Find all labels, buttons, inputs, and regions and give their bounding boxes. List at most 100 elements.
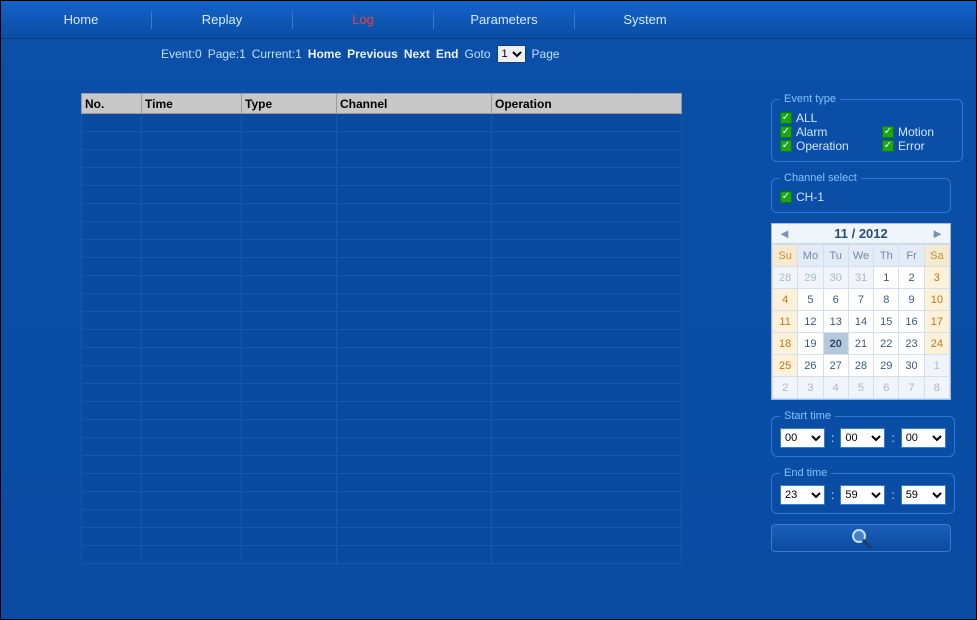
nav-item-parameters[interactable]: Parameters <box>444 12 564 27</box>
calendar-day[interactable]: 27 <box>823 355 848 377</box>
calendar-next-icon[interactable]: ► <box>931 226 944 241</box>
calendar-day[interactable]: 24 <box>924 333 949 355</box>
nav-item-system[interactable]: System <box>585 12 705 27</box>
pager-goto-label: Goto <box>465 47 491 61</box>
pager-home-link[interactable]: Home <box>308 47 341 61</box>
calendar-day[interactable]: 2 <box>899 267 924 289</box>
end-min-select[interactable]: 59 <box>840 485 885 505</box>
calendar-day[interactable]: 6 <box>874 377 899 399</box>
calendar-day[interactable]: 19 <box>798 333 823 355</box>
calendar-day[interactable]: 1 <box>924 355 949 377</box>
calendar-day[interactable]: 28 <box>848 355 873 377</box>
calendar-header: ◄ 11 / 2012 ► <box>772 224 950 244</box>
calendar-day[interactable]: 5 <box>798 289 823 311</box>
calendar-day[interactable]: 23 <box>899 333 924 355</box>
checkbox-icon: ✓ <box>780 140 792 152</box>
table-cell <box>142 150 242 168</box>
calendar-day[interactable]: 5 <box>848 377 873 399</box>
checkbox-label: Error <box>898 139 925 153</box>
calendar-day[interactable]: 12 <box>798 311 823 333</box>
end-sec-select[interactable]: 59 <box>901 485 946 505</box>
nav-item-home[interactable]: Home <box>21 12 141 27</box>
end-hour-select[interactable]: 23 <box>780 485 825 505</box>
calendar-day[interactable]: 2 <box>773 377 798 399</box>
eventtype-alarm-checkbox[interactable]: ✓Alarm <box>780 125 852 139</box>
start-sec-select[interactable]: 00 <box>901 428 946 448</box>
table-cell <box>142 204 242 222</box>
nav-separator <box>151 11 152 29</box>
pager-end-link[interactable]: End <box>436 47 459 61</box>
start-min-select[interactable]: 00 <box>840 428 885 448</box>
calendar-day[interactable]: 26 <box>798 355 823 377</box>
calendar-prev-icon[interactable]: ◄ <box>778 226 791 241</box>
table-cell <box>337 456 492 474</box>
table-row <box>82 276 682 294</box>
nav-separator <box>433 11 434 29</box>
calendar-day[interactable]: 13 <box>823 311 848 333</box>
calendar-day[interactable]: 6 <box>823 289 848 311</box>
calendar-day[interactable]: 20 <box>823 333 848 355</box>
table-row <box>82 258 682 276</box>
table-cell <box>82 186 142 204</box>
eventtype-operation-checkbox[interactable]: ✓Operation <box>780 139 852 153</box>
calendar: ◄ 11 / 2012 ► SuMoTuWeThFrSa 28293031123… <box>771 223 951 400</box>
calendar-day[interactable]: 30 <box>823 267 848 289</box>
pager-event: Event:0 <box>161 47 202 61</box>
table-row <box>82 294 682 312</box>
calendar-day[interactable]: 9 <box>899 289 924 311</box>
channel-select-panel: Channel select ✓CH-1 <box>771 172 951 213</box>
calendar-day[interactable]: 29 <box>874 355 899 377</box>
table-cell <box>142 438 242 456</box>
pager-next-link[interactable]: Next <box>404 47 430 61</box>
calendar-day[interactable]: 28 <box>773 267 798 289</box>
table-cell <box>492 420 682 438</box>
calendar-day[interactable]: 8 <box>874 289 899 311</box>
calendar-day[interactable]: 7 <box>848 289 873 311</box>
eventtype-error-checkbox[interactable]: ✓Error <box>882 139 954 153</box>
table-cell <box>242 420 337 438</box>
table-cell <box>337 546 492 564</box>
eventtype-all-checkbox[interactable]: ✓ALL <box>780 111 852 125</box>
calendar-day[interactable]: 11 <box>773 311 798 333</box>
calendar-day[interactable]: 18 <box>773 333 798 355</box>
eventtype-motion-checkbox[interactable]: ✓Motion <box>882 125 954 139</box>
channel-ch-1-checkbox[interactable]: ✓CH-1 <box>780 190 852 204</box>
calendar-day[interactable]: 17 <box>924 311 949 333</box>
table-cell <box>142 474 242 492</box>
table-cell <box>142 402 242 420</box>
search-button[interactable] <box>771 524 951 552</box>
table-cell <box>337 492 492 510</box>
calendar-day[interactable]: 31 <box>848 267 873 289</box>
calendar-day[interactable]: 29 <box>798 267 823 289</box>
table-cell <box>82 258 142 276</box>
col-header: Operation <box>492 94 682 114</box>
pager-previous-link[interactable]: Previous <box>347 47 398 61</box>
calendar-day[interactable]: 16 <box>899 311 924 333</box>
calendar-day[interactable]: 30 <box>899 355 924 377</box>
nav-item-log[interactable]: Log <box>303 12 423 27</box>
table-row <box>82 492 682 510</box>
col-header: Type <box>242 94 337 114</box>
table-cell <box>492 528 682 546</box>
calendar-day[interactable]: 7 <box>899 377 924 399</box>
calendar-day[interactable]: 4 <box>773 289 798 311</box>
pager-goto-select[interactable]: 1 <box>497 45 526 63</box>
start-hour-select[interactable]: 00 <box>780 428 825 448</box>
calendar-day[interactable]: 15 <box>874 311 899 333</box>
table-cell <box>82 474 142 492</box>
calendar-day[interactable]: 21 <box>848 333 873 355</box>
calendar-day[interactable]: 1 <box>874 267 899 289</box>
table-cell <box>242 222 337 240</box>
table-cell <box>242 294 337 312</box>
calendar-day[interactable]: 3 <box>798 377 823 399</box>
nav-item-replay[interactable]: Replay <box>162 12 282 27</box>
calendar-day[interactable]: 3 <box>924 267 949 289</box>
calendar-day[interactable]: 8 <box>924 377 949 399</box>
table-cell <box>82 294 142 312</box>
table-cell <box>242 456 337 474</box>
calendar-day[interactable]: 10 <box>924 289 949 311</box>
calendar-day[interactable]: 14 <box>848 311 873 333</box>
calendar-day[interactable]: 25 <box>773 355 798 377</box>
calendar-day[interactable]: 4 <box>823 377 848 399</box>
calendar-day[interactable]: 22 <box>874 333 899 355</box>
